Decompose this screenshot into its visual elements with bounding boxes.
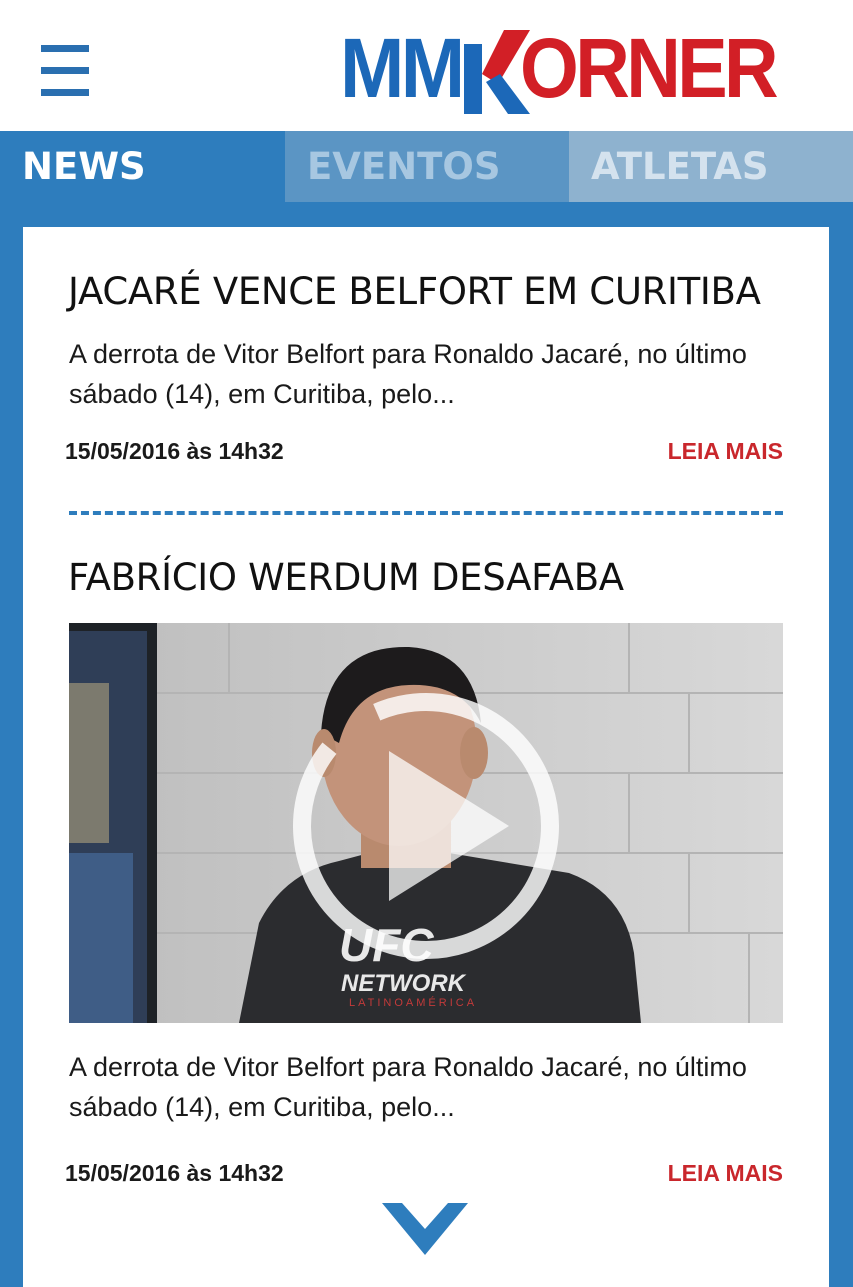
hamburger-icon xyxy=(41,45,89,52)
hamburger-icon-bar xyxy=(41,67,89,74)
article-excerpt: A derrota de Vitor Belfort para Ronaldo … xyxy=(69,1052,747,1122)
article-title[interactable]: FABRÍCIO WERDUM DESAFABA xyxy=(68,556,624,599)
article-title[interactable]: JACARÉ VENCE BELFORT EM CURITIBA xyxy=(68,270,761,313)
news-feed-card: JACARÉ VENCE BELFORT EM CURITIBA A derro… xyxy=(23,227,829,1287)
svg-text:NETWORK: NETWORK xyxy=(341,970,467,997)
read-more-link[interactable]: LEIA MAIS xyxy=(668,438,783,465)
video-thumbnail[interactable]: UFC NETWORK LATINOAMÉRICA xyxy=(69,623,783,1023)
tab-news[interactable]: NEWS xyxy=(0,131,285,202)
logo-k-mark xyxy=(463,30,530,114)
site-logo[interactable]: MM ORNER xyxy=(340,21,830,115)
article-date: 15/05/2016 às 14h32 xyxy=(65,438,284,464)
hamburger-icon-bar xyxy=(41,89,89,96)
article-date: 15/05/2016 às 14h32 xyxy=(65,1160,284,1186)
svg-text:LATINOAMÉRICA: LATINOAMÉRICA xyxy=(349,996,477,1009)
read-more-link[interactable]: LEIA MAIS xyxy=(668,1160,783,1187)
tab-atletas[interactable]: ATLETAS xyxy=(569,131,853,202)
logo-text-left: MM xyxy=(340,21,465,115)
hamburger-menu-button[interactable] xyxy=(41,45,89,97)
logo-text-right: ORNER xyxy=(519,21,779,115)
article-excerpt: A derrota de Vitor Belfort para Ronaldo … xyxy=(69,339,747,409)
tab-eventos[interactable]: EVENTOS xyxy=(285,131,569,202)
chevron-down-icon[interactable] xyxy=(380,1199,470,1259)
article-divider xyxy=(69,511,783,515)
section-tabs: NEWS EVENTOS ATLETAS xyxy=(0,131,853,202)
app-header: MM ORNER xyxy=(0,0,853,131)
